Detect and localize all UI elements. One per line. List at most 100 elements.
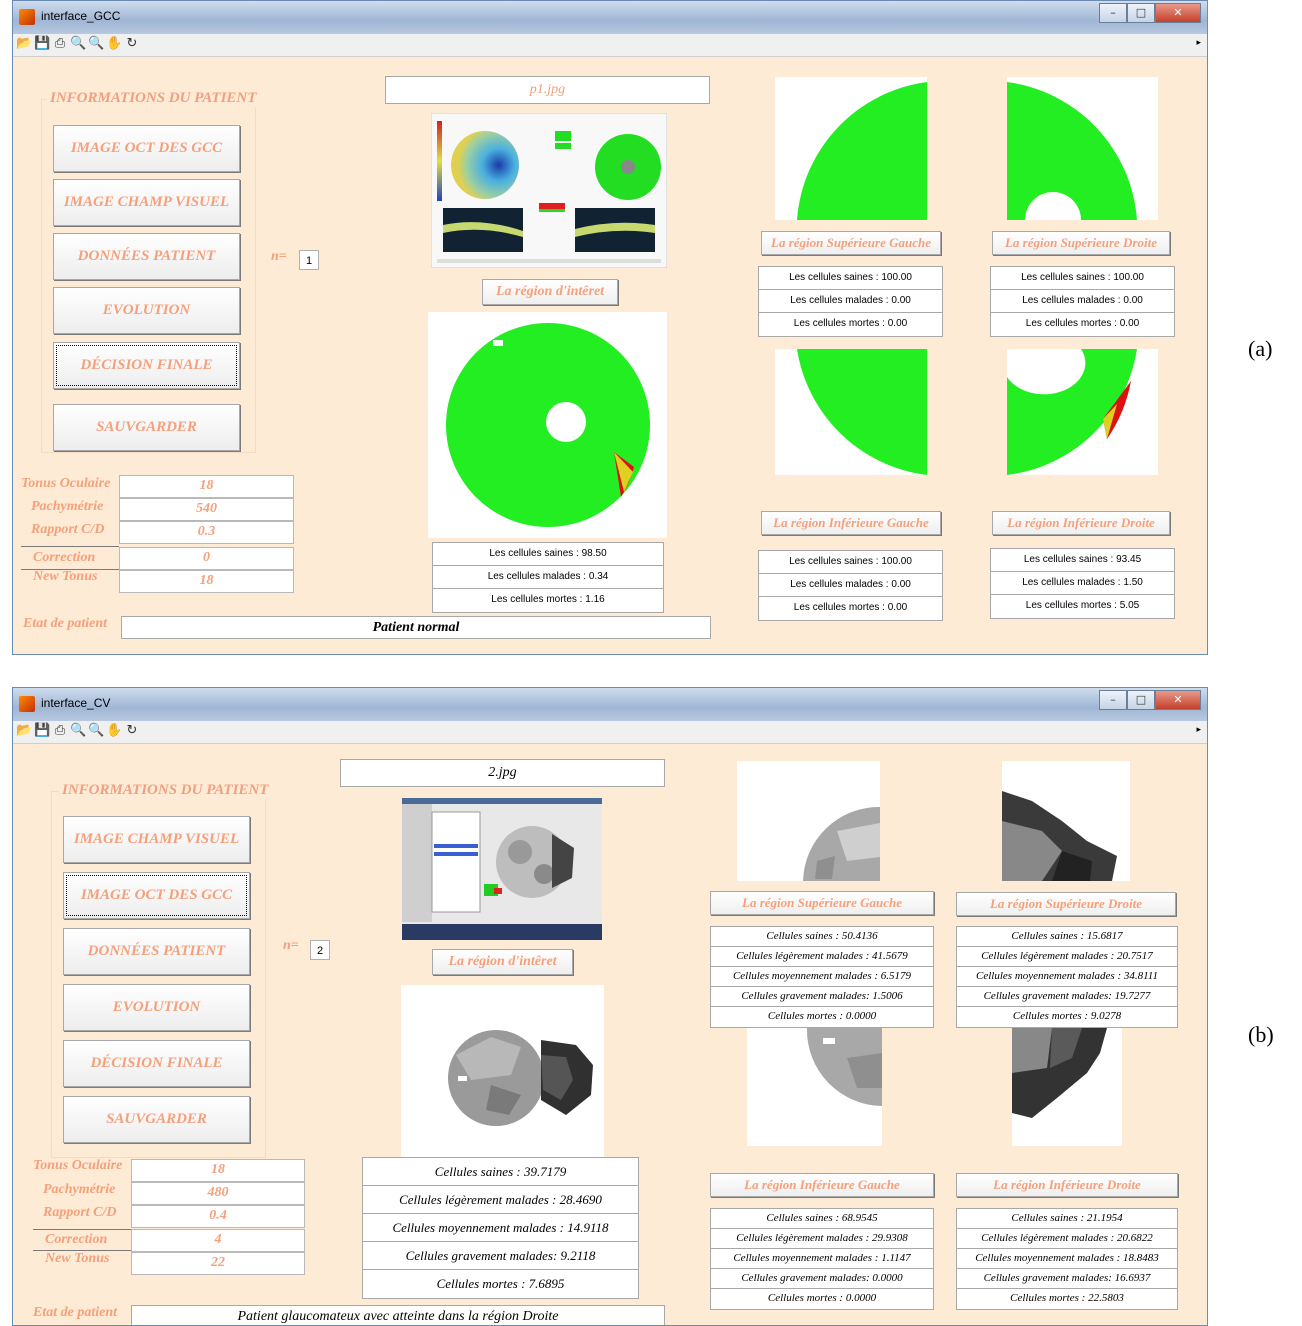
filename-field[interactable]: 2.jpg xyxy=(340,759,665,787)
zoom-out-icon[interactable]: 🔍 xyxy=(88,36,104,52)
pan-hand-icon[interactable]: ✋ xyxy=(106,723,122,739)
toolbar-arrow-icon[interactable]: ▸ xyxy=(1196,38,1201,48)
close-button[interactable]: ✕ xyxy=(1155,3,1201,23)
measure-label: New Tonus xyxy=(45,1251,110,1266)
measure-value[interactable]: 0.4 xyxy=(131,1205,305,1228)
title-bar[interactable]: interface_GCC – □ ✕ xyxy=(13,1,1207,34)
quadrant-sup-droite xyxy=(1002,791,1117,881)
image-oct-gcc-button[interactable]: IMAGE OCT DES GCC xyxy=(63,872,250,919)
save-icon[interactable]: 💾 xyxy=(34,36,50,52)
measure-value[interactable]: 18 xyxy=(131,1159,305,1182)
measure-label: Tonus Oculaire xyxy=(21,476,111,491)
sauvgarder-button[interactable]: SAUVGARDER xyxy=(53,404,240,451)
evolution-button[interactable]: EVOLUTION xyxy=(53,287,240,334)
etat-value[interactable]: Patient normal xyxy=(121,616,711,639)
quadrant-sup-droite xyxy=(1007,82,1137,220)
measure-value[interactable]: 0 xyxy=(119,547,294,570)
measure-value[interactable]: 4 xyxy=(131,1229,305,1252)
etat-label: Etat de patient xyxy=(33,1305,117,1320)
open-file-icon[interactable]: 📂 xyxy=(16,723,32,739)
sauvgarder-button[interactable]: SAUVGARDER xyxy=(63,1096,250,1143)
print-icon[interactable]: ⎙ xyxy=(52,36,68,52)
decision-finale-button[interactable]: DÉCISION FINALE xyxy=(53,342,240,389)
measure-value[interactable]: 18 xyxy=(119,570,294,593)
toolbar-arrow-icon[interactable]: ▸ xyxy=(1196,725,1201,735)
region-inf-droite-button[interactable]: La région Inférieure Droite xyxy=(956,1173,1178,1197)
image-champ-visuel-button[interactable]: IMAGE CHAMP VISUEL xyxy=(63,816,250,863)
toolbar: 📂 💾 ⎙ 🔍 🔍 ✋ ↻ ▸ xyxy=(13,34,1207,57)
print-icon[interactable]: ⎙ xyxy=(52,723,68,739)
rotate-3d-icon[interactable]: ↻ xyxy=(124,36,140,52)
n-input[interactable]: 2 xyxy=(310,940,330,960)
stat-row: Cellules mortes : 7.6895 xyxy=(436,1276,565,1291)
stat-row: Cellules saines : 68.9545 xyxy=(711,1209,933,1229)
measure-label: Pachymétrie xyxy=(43,1182,116,1197)
stat-row: Cellules saines : 39.7179 xyxy=(363,1158,638,1186)
region-stats-inf-droite: Les cellules saines : 93.45 Les cellules… xyxy=(990,548,1175,619)
measure-value[interactable]: 480 xyxy=(131,1182,305,1205)
window-title: interface_CV xyxy=(41,696,111,710)
stat-row: Cellules moyennement malades : 6.5179 xyxy=(711,967,933,987)
title-bar[interactable]: interface_CV – □ ✕ xyxy=(13,688,1207,721)
minimize-button[interactable]: – xyxy=(1099,3,1127,23)
zoom-out-icon[interactable]: 🔍 xyxy=(88,723,104,739)
stat-row: Cellules saines : 21.1954 xyxy=(957,1209,1177,1229)
image-oct-gcc-button[interactable]: IMAGE OCT DES GCC xyxy=(53,125,240,172)
measure-label: Rapport C/D xyxy=(43,1205,117,1220)
quadrant-inf-gauche-image xyxy=(747,1028,882,1146)
measure-label: Correction xyxy=(33,550,96,565)
region-interest-button[interactable]: La région d'intêret xyxy=(432,949,573,975)
stat-row: Les cellules malades : 1.50 xyxy=(991,572,1174,595)
measure-value[interactable]: 22 xyxy=(131,1252,305,1275)
zoom-in-icon[interactable]: 🔍 xyxy=(70,723,86,739)
stat-row: Cellules moyennement malades : 1.1147 xyxy=(711,1249,933,1269)
quadrant-sup-gauche-image xyxy=(737,761,880,881)
evolution-button[interactable]: EVOLUTION xyxy=(63,984,250,1031)
stat-row: Cellules gravement malades: 16.6937 xyxy=(957,1269,1177,1289)
region-sup-droite-button[interactable]: La région Supérieure Droite xyxy=(956,892,1176,916)
maximize-button[interactable]: □ xyxy=(1127,3,1155,23)
maximize-button[interactable]: □ xyxy=(1127,690,1155,710)
rotate-3d-icon[interactable]: ↻ xyxy=(124,723,140,739)
quadrant-inf-droite-image xyxy=(1012,1028,1122,1146)
region-stats-sup-droite: Les cellules saines : 100.00 Les cellule… xyxy=(990,266,1175,337)
filename-field[interactable]: p1.jpg xyxy=(385,76,710,104)
image-champ-visuel-button[interactable]: IMAGE CHAMP VISUEL xyxy=(53,179,240,226)
minimize-button[interactable]: – xyxy=(1099,690,1127,710)
toolbar: 📂 💾 ⎙ 🔍 🔍 ✋ ↻ ▸ xyxy=(13,721,1207,744)
stat-row: Les cellules mortes : 0.00 xyxy=(793,602,908,613)
region-inf-gauche-button[interactable]: La région Inférieure Gauche xyxy=(761,511,941,535)
region-inf-gauche-button[interactable]: La région Inférieure Gauche xyxy=(710,1173,934,1197)
measure-value[interactable]: 18 xyxy=(119,475,294,498)
gcc-disc-map xyxy=(446,323,650,527)
zoom-in-icon[interactable]: 🔍 xyxy=(70,36,86,52)
stat-row: Cellules mortes : 0.0000 xyxy=(767,1010,877,1022)
quadrant-sup-droite-image xyxy=(1007,77,1158,220)
save-icon[interactable]: 💾 xyxy=(34,723,50,739)
stat-row: Cellules légèrement malades : 28.4690 xyxy=(363,1186,638,1214)
stat-row: Cellules moyennement malades : 34.8111 xyxy=(957,967,1177,987)
region-sup-gauche-button[interactable]: La région Supérieure Gauche xyxy=(710,891,934,915)
region-sup-droite-button[interactable]: La région Supérieure Droite xyxy=(992,231,1170,255)
pan-hand-icon[interactable]: ✋ xyxy=(106,36,122,52)
decision-finale-button[interactable]: DÉCISION FINALE xyxy=(63,1040,250,1087)
separator xyxy=(33,1229,131,1230)
etat-value[interactable]: Patient glaucomateux avec atteinte dans … xyxy=(131,1305,665,1325)
donnees-patient-button[interactable]: DONNÉES PATIENT xyxy=(53,233,240,280)
window-interface-cv: interface_CV – □ ✕ 📂 💾 ⎙ 🔍 🔍 ✋ ↻ ▸ INFOR… xyxy=(12,687,1208,1326)
stat-row: Les cellules malades : 0.34 xyxy=(433,566,663,589)
stat-row: Les cellules mortes : 0.00 xyxy=(1025,318,1140,329)
region-interest-button[interactable]: La région d'intêret xyxy=(482,279,618,305)
stat-row: Les cellules malades : 0.00 xyxy=(759,574,942,597)
stat-row: Cellules gravement malades: 9.2118 xyxy=(363,1242,638,1270)
panel-title: INFORMATIONS DU PATIENT xyxy=(47,90,260,107)
measure-value[interactable]: 540 xyxy=(119,498,294,521)
open-file-icon[interactable]: 📂 xyxy=(16,36,32,52)
region-inf-droite-button[interactable]: La région Inférieure Droite xyxy=(992,511,1170,535)
region-sup-gauche-button[interactable]: La région Supérieure Gauche xyxy=(761,231,941,255)
n-input[interactable]: 1 xyxy=(299,250,319,270)
measure-value[interactable]: 0.3 xyxy=(119,521,294,544)
donnees-patient-button[interactable]: DONNÉES PATIENT xyxy=(63,928,250,975)
stat-row: Cellules légèrement malades : 20.7517 xyxy=(957,947,1177,967)
close-button[interactable]: ✕ xyxy=(1155,690,1201,710)
